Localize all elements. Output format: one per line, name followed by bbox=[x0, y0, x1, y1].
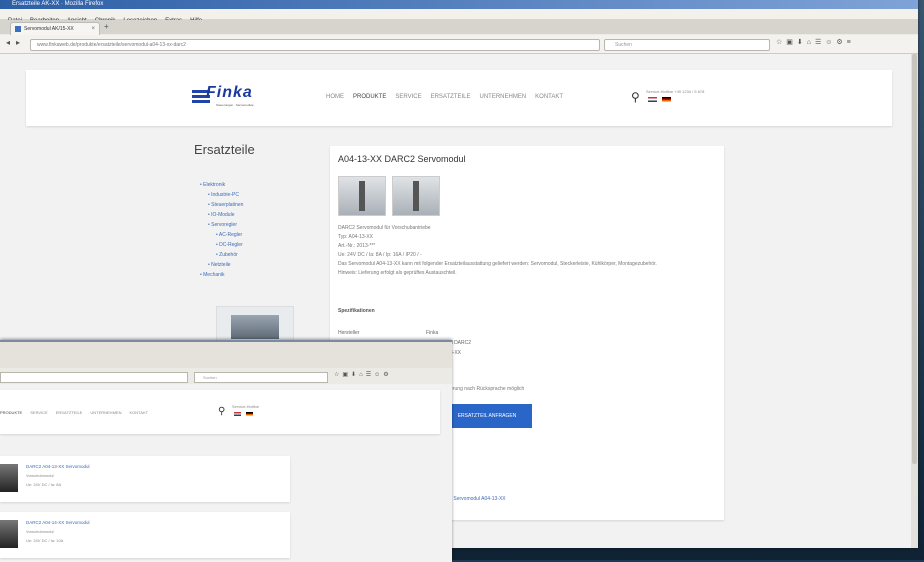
item-specs: Ue: 24V DC / Ia: 8A bbox=[26, 482, 62, 487]
nav-products[interactable]: Produkte bbox=[353, 94, 386, 100]
url-text: www.finkaweb.de/produkte/ersatzteile/ser… bbox=[37, 42, 186, 48]
item-image bbox=[0, 464, 18, 492]
forward-icon[interactable]: ▸ bbox=[16, 38, 20, 47]
nav-company[interactable]: Unternehmen bbox=[90, 410, 121, 415]
logo-text: Finka bbox=[206, 84, 253, 101]
item-image bbox=[0, 520, 18, 548]
nav-products[interactable]: Produkte bbox=[0, 410, 22, 415]
window-title: Ersatzteile AK-XX · Mozilla Firefox bbox=[12, 1, 104, 7]
tree-item[interactable]: • Industrie-PC bbox=[200, 190, 243, 200]
tab-title: Servomodul AK/15-XX bbox=[24, 26, 74, 32]
flag-de-icon[interactable] bbox=[246, 412, 253, 416]
machine-image bbox=[231, 315, 279, 339]
product-description: DARC2 Servomodul für Vorschubantriebe Ty… bbox=[338, 224, 714, 278]
tree-item[interactable]: • Elektronik bbox=[200, 180, 243, 190]
window2-nav: Produkte Service Ersatzteile Unternehmen Kon… bbox=[0, 410, 156, 415]
window2-titlebar[interactable] bbox=[0, 342, 452, 368]
list-item[interactable]: DARC2 A04-14-XX Servomodul Vorschubmodul… bbox=[0, 512, 290, 558]
url-bar[interactable]: www.finkaweb.de/produkte/ersatzteile/ser… bbox=[30, 39, 600, 51]
item-subtitle: Vorschubmodul bbox=[26, 529, 54, 534]
desc-line: Art.-Nr.: 2013-*** bbox=[338, 243, 376, 249]
hotline-text: Service-Hotline bbox=[232, 404, 260, 409]
favicon-icon bbox=[15, 26, 21, 32]
site-header: Finka Steuerungen · Servomodule Home Prod… bbox=[26, 70, 892, 126]
main-nav: Home Produkte Service Ersatzteile Unternehme… bbox=[326, 94, 572, 100]
back-icon[interactable]: ◂ bbox=[6, 38, 10, 47]
new-tab-icon[interactable]: + bbox=[104, 22, 109, 31]
scrollbar-thumb[interactable] bbox=[912, 54, 917, 464]
nav-contact[interactable]: Kontakt bbox=[129, 410, 148, 415]
item-specs: Ue: 24V DC / Ia: 10A bbox=[26, 538, 64, 543]
tree-item[interactable]: • Mechanik bbox=[200, 270, 243, 280]
site-logo[interactable]: Finka Steuerungen · Servomodule bbox=[192, 84, 274, 110]
spec-heading: Spezifikationen bbox=[338, 308, 375, 314]
background-browser-window[interactable]: Suchen ☆▣⬇⌂☰☺⚙ Produkte Service Ersatzteil… bbox=[0, 340, 452, 562]
nav-service[interactable]: Service bbox=[395, 94, 421, 100]
page-scrollbar[interactable] bbox=[911, 54, 918, 548]
hotline-text: Service-Hotline +49 1234 / 5 678 bbox=[646, 89, 705, 94]
tree-item[interactable]: • DC-Regler bbox=[200, 240, 243, 250]
product-title: A04-13-XX DARC2 Servomodul bbox=[338, 154, 466, 164]
tree-item[interactable]: • Netzteile bbox=[200, 260, 243, 270]
menu-bar: DateiBearbeitenAnsichtChronikLesezeichen… bbox=[0, 9, 918, 24]
sidebar-title: Ersatzteile bbox=[194, 142, 255, 157]
item-subtitle: Vorschubmodul bbox=[26, 473, 54, 478]
browser-tab[interactable]: Servomodul AK/15-XX × bbox=[10, 22, 100, 35]
desc-line: Hinweis: Lieferung erfolgt als geprüftes… bbox=[338, 270, 457, 276]
close-tab-icon[interactable]: × bbox=[91, 23, 95, 35]
spec-value: Finka bbox=[426, 330, 439, 336]
search-icon[interactable]: ⚲ bbox=[631, 90, 640, 104]
logo-tagline: Steuerungen · Servomodule bbox=[216, 103, 254, 107]
search-bar[interactable]: Suchen bbox=[604, 39, 770, 51]
desc-line: Ue: 24V DC / Ia: 8A / Ip: 16A / IP20 / - bbox=[338, 252, 422, 258]
tree-item[interactable]: • Servoregler bbox=[200, 220, 243, 230]
search-icon[interactable]: ⚲ bbox=[218, 406, 225, 417]
category-tree: • Elektronik • Industrie-PC • Steuerplat… bbox=[200, 180, 243, 280]
desc-line: Typ: A04-13-XX bbox=[338, 234, 374, 240]
list-item[interactable]: DARC2 A04-13-XX Servomodul Vorschubmodul… bbox=[0, 456, 290, 502]
flag-en-icon[interactable] bbox=[648, 97, 657, 102]
flag-de-icon[interactable] bbox=[662, 97, 671, 102]
product-image[interactable] bbox=[392, 176, 440, 216]
nav-company[interactable]: Unternehmen bbox=[479, 94, 526, 100]
toolbar-icons[interactable]: ☆▣⬇⌂☰☺⚙≡ bbox=[776, 38, 855, 46]
flag-en-icon[interactable] bbox=[234, 412, 241, 416]
desc-line: DARC2 Servomodul für Vorschubantriebe bbox=[338, 225, 431, 231]
window2-toolbar-icons[interactable]: ☆▣⬇⌂☰☺⚙ bbox=[334, 371, 392, 378]
nav-home[interactable]: Home bbox=[326, 94, 344, 100]
item-title[interactable]: DARC2 A04-14-XX Servomodul bbox=[26, 520, 90, 525]
product-image[interactable] bbox=[338, 176, 386, 216]
tree-item[interactable]: • IO-Module bbox=[200, 210, 243, 220]
nav-contact[interactable]: Kontakt bbox=[535, 94, 563, 100]
tab-bar: Servomodul AK/15-XX × + bbox=[0, 20, 918, 35]
item-title[interactable]: DARC2 A04-13-XX Servomodul bbox=[26, 464, 90, 469]
spec-row: Hersteller Finka Servomodul DARC2 Typ: A… bbox=[338, 330, 471, 356]
tree-item[interactable]: • Zubehör bbox=[200, 250, 243, 260]
nav-service[interactable]: Service bbox=[30, 410, 48, 415]
window2-page: Produkte Service Ersatzteile Unternehmen Kon… bbox=[0, 384, 452, 562]
window-titlebar[interactable]: Ersatzteile AK-XX · Mozilla Firefox bbox=[0, 0, 918, 9]
desc-line: Das Servomodul A04-13-XX kann mit folgen… bbox=[338, 261, 657, 267]
window2-header: Produkte Service Ersatzteile Unternehmen Kon… bbox=[0, 390, 440, 434]
tree-item[interactable]: • AC-Regler bbox=[200, 230, 243, 240]
navigation-toolbar: ◂ ▸ www.finkaweb.de/produkte/ersatzteile… bbox=[0, 35, 918, 54]
spec-label: Hersteller bbox=[338, 330, 360, 336]
nav-spare-parts[interactable]: Ersatzteile bbox=[56, 410, 83, 415]
window2-search-placeholder: Suchen bbox=[203, 375, 217, 380]
search-placeholder: Suchen bbox=[615, 42, 632, 48]
window2-search-bar[interactable]: Suchen bbox=[194, 372, 328, 383]
window2-url-bar[interactable] bbox=[0, 372, 188, 383]
tree-item[interactable]: • Steuerplatinen bbox=[200, 200, 243, 210]
request-part-button[interactable]: ERSATZTEIL ANFRAGEN bbox=[442, 404, 532, 428]
cta-note: Lieferung nach Rücksprache möglich bbox=[442, 386, 525, 392]
nav-spare-parts[interactable]: Ersatzteile bbox=[431, 94, 471, 100]
